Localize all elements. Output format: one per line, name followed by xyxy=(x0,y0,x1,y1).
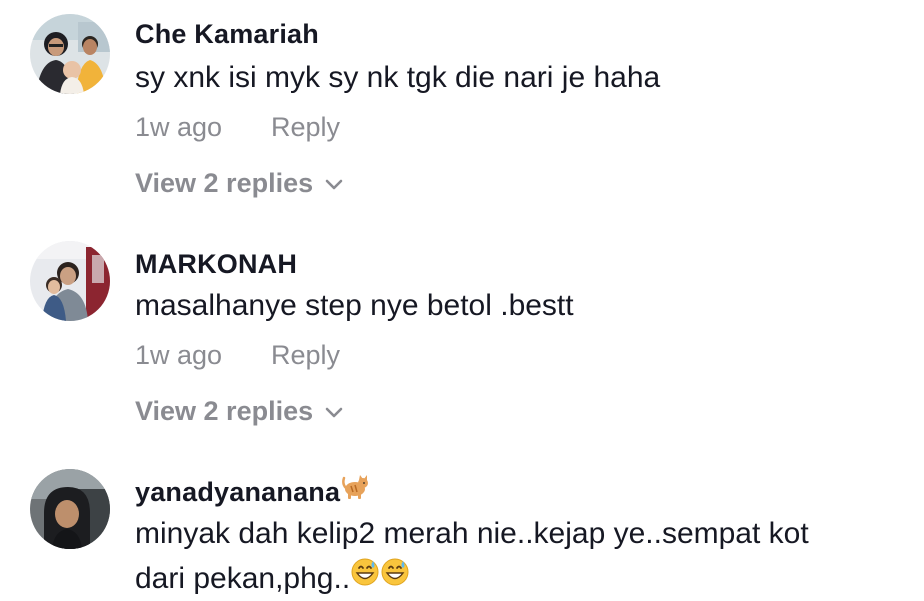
grinning-sweat-emoji-icon xyxy=(380,555,410,600)
username-text: yanadyananana xyxy=(135,477,341,507)
grinning-sweat-emoji-icon xyxy=(350,555,380,600)
cat-emoji-icon xyxy=(342,474,370,507)
reply-button[interactable]: Reply xyxy=(271,112,340,143)
comment-meta: 1w ago Reply xyxy=(135,340,340,371)
username[interactable]: Che Kamariah xyxy=(135,19,319,50)
comment-text-line: dari pekan,phg.. xyxy=(135,556,809,601)
avatar[interactable] xyxy=(30,14,110,94)
timestamp: 1w ago xyxy=(135,112,223,142)
view-replies-button[interactable]: View 2 replies xyxy=(135,168,343,199)
comment-text: masalhanye step nye betol .bestt xyxy=(135,289,574,322)
reply-button[interactable]: Reply xyxy=(271,340,340,371)
comment-text-line: minyak dah kelip2 merah nie..kejap ye..s… xyxy=(135,517,809,550)
comment-meta: 1w ago Reply xyxy=(135,112,340,143)
view-replies-button[interactable]: View 2 replies xyxy=(135,396,343,427)
chevron-down-icon xyxy=(325,395,343,426)
comment-item: Che Kamariah sy xnk isi myk sy nk tgk di… xyxy=(0,0,924,220)
chevron-down-icon xyxy=(325,167,343,198)
view-replies-label: View 2 replies xyxy=(135,396,314,426)
comment-item: yanadyananana minyak dah kelip2 merah ni… xyxy=(0,460,924,598)
username[interactable]: MARKONAH xyxy=(135,249,297,280)
username[interactable]: yanadyananana xyxy=(135,474,370,508)
avatar[interactable] xyxy=(30,241,110,321)
avatar[interactable] xyxy=(30,469,110,549)
comment-text: minyak dah kelip2 merah nie..kejap ye..s… xyxy=(135,511,809,601)
comment-item: MARKONAH masalhanye step nye betol .best… xyxy=(0,232,924,452)
timestamp: 1w ago xyxy=(135,340,223,370)
comment-text: sy xnk isi myk sy nk tgk die nari je hah… xyxy=(135,61,661,94)
view-replies-label: View 2 replies xyxy=(135,168,314,198)
